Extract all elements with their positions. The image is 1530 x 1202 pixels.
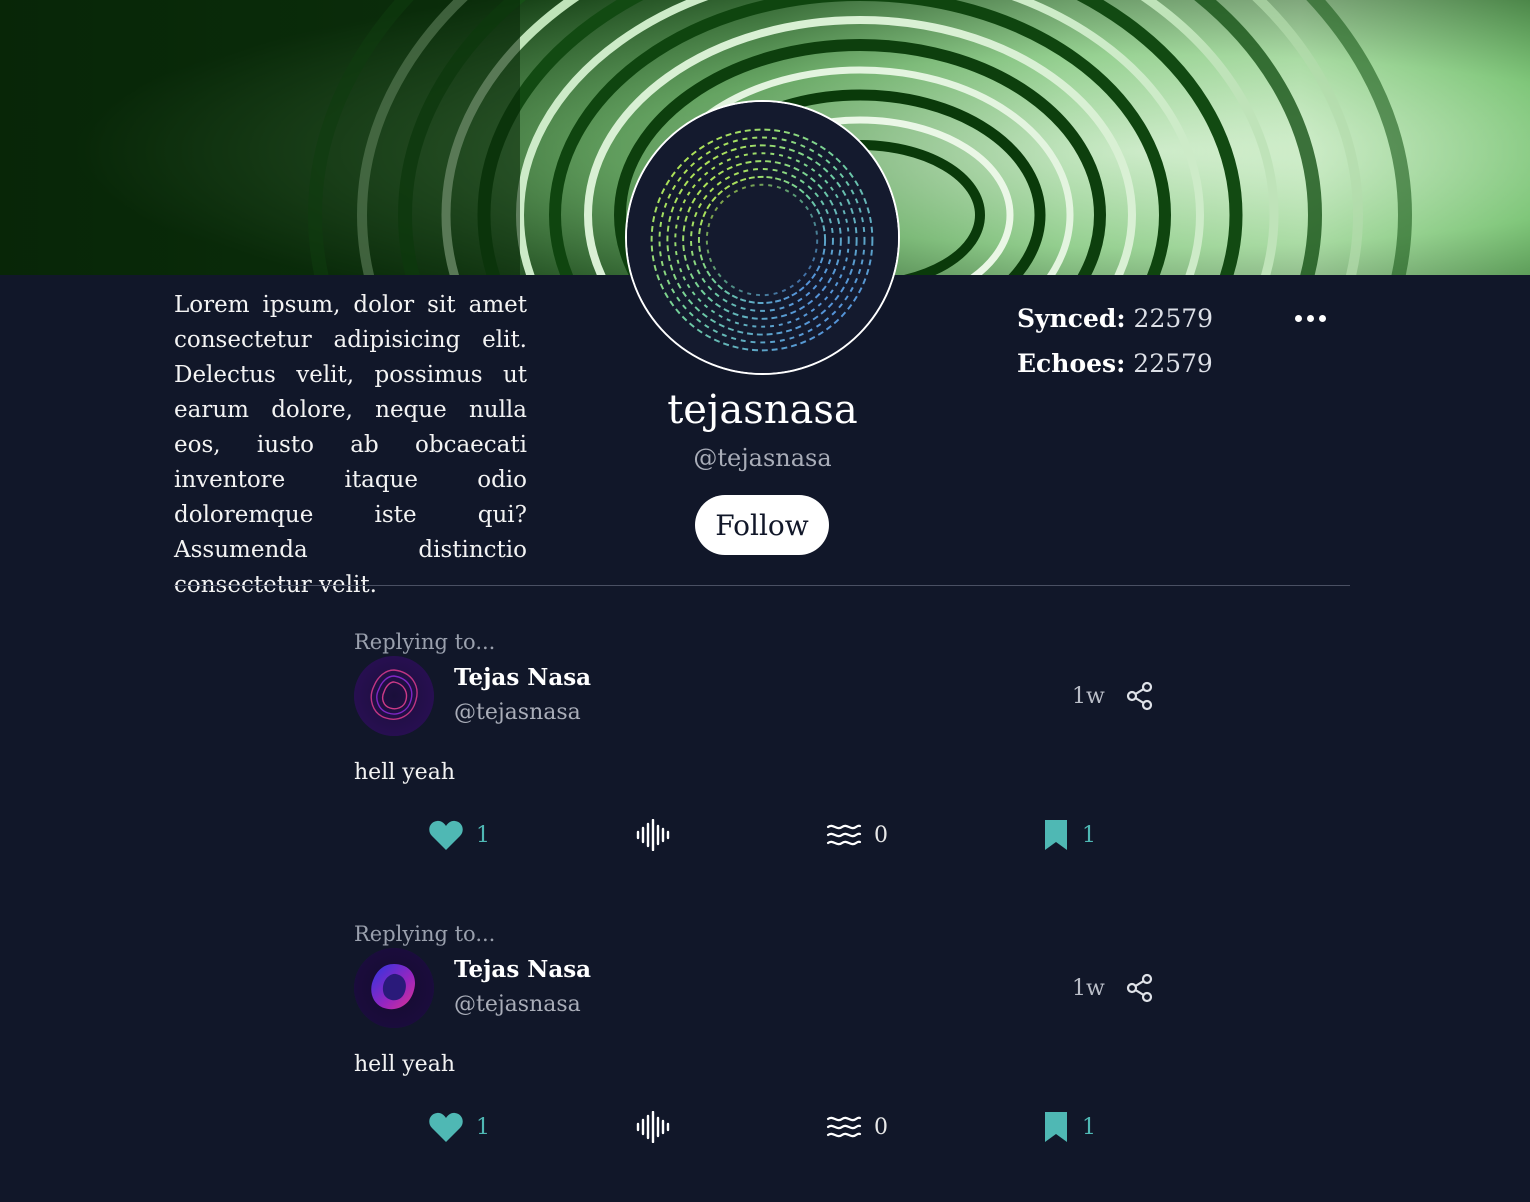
share-icon <box>1126 681 1153 711</box>
echo-count: 0 <box>874 1114 888 1140</box>
post-text: hell yeah <box>354 760 455 785</box>
echo-button[interactable]: 0 <box>826 1107 888 1147</box>
author-avatar-image <box>354 948 434 1028</box>
like-button[interactable]: 1 <box>428 815 490 855</box>
echoes-label: Echoes: <box>1017 349 1126 378</box>
profile-display-name: tejasnasa <box>667 387 858 433</box>
post-card[interactable]: Replying to... Tejas Nasa @tejasnasa 1w <box>354 630 1174 910</box>
profile-stats: Synced: 22579 Echoes: 22579 <box>1017 296 1213 386</box>
post-timestamp: 1w <box>1072 976 1105 1001</box>
echoes-stat[interactable]: Echoes: 22579 <box>1017 341 1213 386</box>
heart-icon <box>429 820 463 850</box>
bookmark-button[interactable]: 1 <box>1042 1107 1096 1147</box>
post-author-avatar[interactable] <box>354 948 434 1028</box>
post-author-avatar[interactable] <box>354 656 434 736</box>
synced-stat[interactable]: Synced: 22579 <box>1017 296 1213 341</box>
audio-waveform-icon <box>636 1111 670 1143</box>
profile-handle: @tejasnasa <box>693 444 832 472</box>
heart-icon <box>429 1112 463 1142</box>
bookmark-icon <box>1045 1112 1067 1142</box>
author-avatar-image <box>354 656 434 736</box>
post-author-name[interactable]: Tejas Nasa <box>454 956 591 983</box>
share-button[interactable] <box>1124 972 1156 1004</box>
synced-count: 22579 <box>1133 304 1214 333</box>
post-actions: 1 0 1 <box>354 1107 1174 1147</box>
audio-button[interactable] <box>635 1107 671 1147</box>
like-button[interactable]: 1 <box>428 1107 490 1147</box>
like-count: 1 <box>476 822 490 848</box>
avatar-wave-ring-image <box>627 102 898 373</box>
replying-to-label: Replying to... <box>354 922 496 946</box>
section-divider <box>174 585 1350 586</box>
bookmark-count: 1 <box>1082 1114 1096 1140</box>
waves-icon <box>826 824 862 846</box>
like-count: 1 <box>476 1114 490 1140</box>
post-actions: 1 0 1 <box>354 815 1174 855</box>
profile-bio: Lorem ipsum, dolor sit amet consectetur … <box>174 292 527 598</box>
audio-waveform-icon <box>636 819 670 851</box>
post-author-name[interactable]: Tejas Nasa <box>454 664 591 691</box>
echo-button[interactable]: 0 <box>826 815 888 855</box>
echo-count: 0 <box>874 822 888 848</box>
replying-to-label: Replying to... <box>354 630 496 654</box>
profile-avatar[interactable] <box>625 100 900 375</box>
follow-button[interactable]: Follow <box>695 495 829 555</box>
synced-label: Synced: <box>1017 304 1126 333</box>
more-horizontal-icon <box>1294 314 1326 322</box>
post-text: hell yeah <box>354 1052 455 1077</box>
share-button[interactable] <box>1124 680 1156 712</box>
post-author-handle[interactable]: @tejasnasa <box>454 992 581 1017</box>
bookmark-count: 1 <box>1082 822 1096 848</box>
more-options-button[interactable] <box>1290 305 1330 331</box>
waves-icon <box>826 1116 862 1138</box>
post-card[interactable]: Replying to... Tejas Nasa @tejasnasa 1w <box>354 922 1174 1202</box>
audio-button[interactable] <box>635 815 671 855</box>
post-timestamp: 1w <box>1072 684 1105 709</box>
bookmark-icon <box>1045 820 1067 850</box>
echoes-count: 22579 <box>1133 349 1213 378</box>
post-author-handle[interactable]: @tejasnasa <box>454 700 581 725</box>
share-icon <box>1126 973 1153 1003</box>
bookmark-button[interactable]: 1 <box>1042 815 1096 855</box>
